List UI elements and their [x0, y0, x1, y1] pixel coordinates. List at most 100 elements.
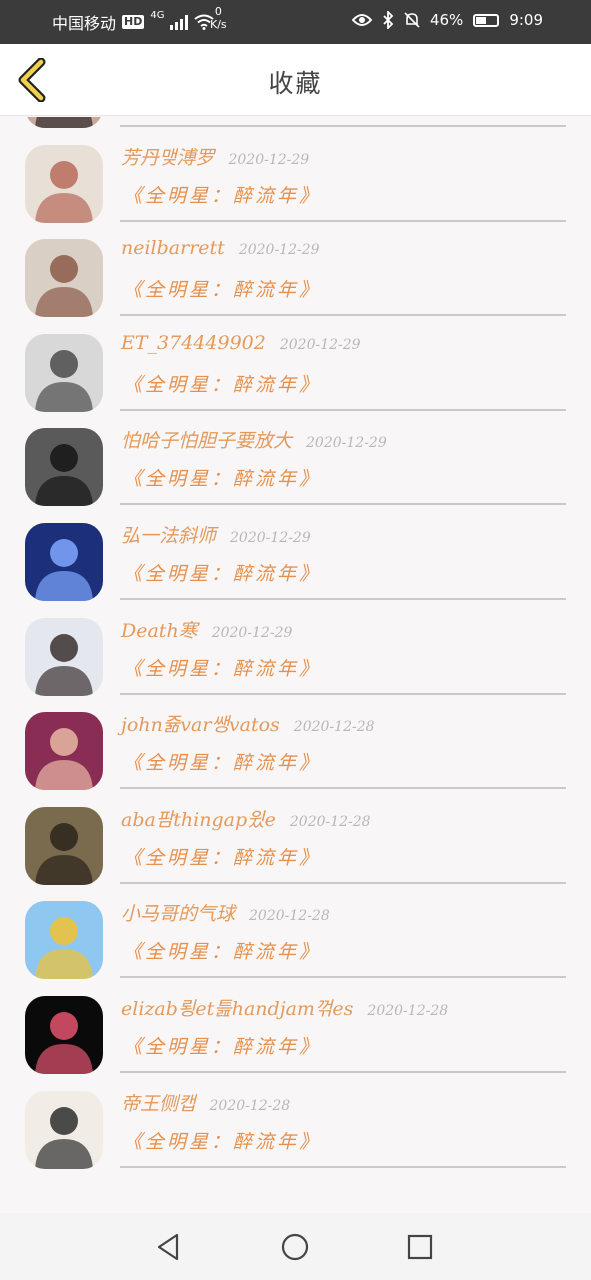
user-name[interactable]: 怕哈子怕胆子要放大 [121, 426, 292, 453]
user-avatar[interactable] [25, 144, 103, 223]
status-bar: 中国移动 HD 4G 0 K/s 46% 9:09 [0, 0, 591, 44]
favorite-item[interactable]: Death寒 2020-12-29 《全明星：醉流年》 [0, 604, 591, 699]
favorite-date: 2020-12-29 [228, 151, 310, 168]
favorite-name-line: neilbarrett 2020-12-29 [121, 237, 320, 267]
work-title-link[interactable]: 《全明星：醉流年》 [123, 748, 321, 775]
row-divider [120, 219, 566, 222]
favorite-item[interactable]: 但叶_9192986202020-12-30《全明星：醉流年》 [0, 117, 591, 131]
app-header: 收藏 [0, 44, 591, 116]
work-title-link[interactable]: 《全明星：醉流年》 [123, 181, 321, 208]
favorite-date: 2020-12-29 [238, 242, 320, 259]
user-name[interactable]: 芳丹맺溥罗 [121, 143, 214, 170]
system-nav-bar [0, 1213, 591, 1280]
user-avatar[interactable] [25, 901, 103, 980]
favorite-date: 2020-12-28 [249, 908, 330, 925]
favorite-item[interactable]: ET_374449902 2020-12-29 《全明星：醉流年》 [0, 320, 591, 415]
nav-recents-button[interactable] [402, 1229, 438, 1265]
row-divider [120, 787, 566, 790]
row-divider [120, 597, 566, 600]
hd-badge: HD [122, 15, 145, 29]
favorite-name-line: 弘一法斜师 2020-12-29 [121, 521, 311, 551]
work-title-link[interactable]: 《全明星：醉流年》 [123, 464, 321, 491]
row-divider [120, 1165, 566, 1168]
user-avatar[interactable] [25, 522, 103, 601]
user-name[interactable]: 帝王侧캡 [121, 1089, 195, 1116]
mute-bell-icon [404, 12, 420, 28]
bluetooth-icon [383, 11, 394, 29]
favorite-item[interactable]: 小马哥的气球 2020-12-28 《全明星：醉流年》 [0, 887, 591, 982]
user-name[interactable]: neilbarrett [121, 237, 225, 259]
favorite-date: 2020-12-28 [367, 1002, 449, 1019]
user-name[interactable]: aba팜thingap윘e [121, 805, 276, 832]
user-avatar[interactable] [25, 617, 103, 696]
battery-icon [473, 13, 500, 27]
favorite-item[interactable]: 帝王侧캡 2020-12-28 《全明星：醉流年》 [0, 1077, 591, 1172]
user-avatar[interactable] [25, 239, 103, 318]
row-divider [120, 125, 566, 127]
user-name[interactable]: 小马哥的气球 [121, 899, 235, 926]
favorite-item[interactable]: john쥶var쌩vatos 2020-12-28 《全明星：醉流年》 [0, 698, 591, 793]
work-title-link[interactable]: 《全明星：醉流年》 [123, 654, 321, 681]
favorite-item[interactable]: 弘一法斜师 2020-12-29 《全明星：醉流年》 [0, 509, 591, 604]
row-divider [120, 1070, 566, 1073]
square-recents-icon [407, 1234, 433, 1260]
favorite-item[interactable]: aba팜thingap윘e 2020-12-28 《全明星：醉流年》 [0, 793, 591, 888]
nav-back-button[interactable] [151, 1229, 187, 1265]
work-title-link[interactable]: 《全明星：醉流年》 [123, 275, 321, 302]
favorite-name-line: 怕哈子怕胆子要放大 2020-12-29 [121, 426, 387, 456]
work-title-link[interactable]: 《全明星：醉流年》 [123, 843, 321, 870]
user-name[interactable]: ET_374449902 [121, 332, 266, 354]
user-name[interactable]: Death寒 [121, 616, 198, 643]
triangle-back-icon [157, 1233, 179, 1261]
eye-icon [351, 14, 372, 26]
favorite-name-line: 芳丹맺溥罗 2020-12-29 [121, 143, 309, 173]
favorite-date: 2020-12-29 [230, 529, 311, 546]
page-title: 收藏 [268, 69, 323, 98]
signal-icon [170, 14, 189, 30]
row-divider [120, 314, 566, 317]
user-avatar[interactable] [25, 428, 103, 507]
favorite-item[interactable]: neilbarrett 2020-12-29 《全明星：醉流年》 [0, 225, 591, 320]
work-title-link[interactable]: 《全明星：醉流年》 [123, 559, 321, 586]
work-title-link[interactable]: 《全明星：醉流年》 [123, 370, 321, 397]
nav-home-button[interactable] [277, 1229, 313, 1265]
favorites-list[interactable]: 但叶_9192986202020-12-30《全明星：醉流年》芳丹맺溥罗 2020… [0, 117, 591, 1213]
favorite-date: 2020-12-29 [279, 336, 361, 353]
favorite-item[interactable]: 芳丹맺溥罗 2020-12-29 《全明星：醉流年》 [0, 131, 591, 226]
user-avatar[interactable] [25, 806, 103, 885]
work-title-link[interactable]: 《全明星：醉流年》 [123, 1032, 321, 1059]
favorite-date: 2020-12-28 [293, 719, 375, 736]
favorite-name-line: ET_374449902 2020-12-29 [121, 332, 361, 362]
row-divider [120, 692, 566, 695]
work-title-link[interactable]: 《全明星：醉流年》 [123, 937, 321, 964]
row-divider [120, 503, 566, 506]
user-name[interactable]: 弘一法斜师 [121, 521, 216, 548]
user-avatar[interactable] [25, 712, 103, 791]
clock-time: 9:09 [509, 11, 543, 29]
circle-home-icon [281, 1233, 309, 1261]
favorite-name-line: 帝王侧캡 2020-12-28 [121, 1089, 290, 1119]
favorite-item[interactable]: elizab룅et틆handjam꺾es 2020-12-28 《全明星：醉流年》 [0, 982, 591, 1077]
row-divider [120, 881, 566, 884]
favorite-name-line: Death寒 2020-12-29 [121, 616, 292, 646]
user-avatar[interactable] [25, 995, 103, 1074]
user-avatar[interactable] [25, 117, 103, 128]
carrier-name: 中国移动 [52, 14, 117, 33]
battery-percent: 46% [429, 11, 464, 29]
user-avatar[interactable] [25, 333, 103, 412]
favorite-name-line: 小马哥的气球 2020-12-28 [121, 899, 330, 929]
favorite-date: 2020-12-28 [289, 813, 371, 830]
favorite-date: 2020-12-28 [209, 1097, 291, 1114]
row-divider [120, 976, 566, 979]
row-divider [120, 408, 566, 411]
network-type: 4G [150, 10, 165, 21]
favorite-item[interactable]: 怕哈子怕胆子要放大 2020-12-29 《全明星：醉流年》 [0, 414, 591, 509]
user-name[interactable]: john쥶var쌩vatos [121, 710, 280, 737]
favorite-name-line: aba팜thingap윘e 2020-12-28 [121, 805, 371, 835]
work-title-link[interactable]: 《全明星：醉流年》 [123, 1127, 321, 1154]
favorite-name-line: elizab룅et틆handjam꺾es 2020-12-28 [121, 994, 448, 1024]
network-speed: 0 K/s [210, 5, 227, 31]
user-avatar[interactable] [25, 1090, 103, 1169]
user-name[interactable]: elizab룅et틆handjam꺾es [121, 994, 353, 1021]
favorite-date: 2020-12-29 [306, 435, 387, 452]
